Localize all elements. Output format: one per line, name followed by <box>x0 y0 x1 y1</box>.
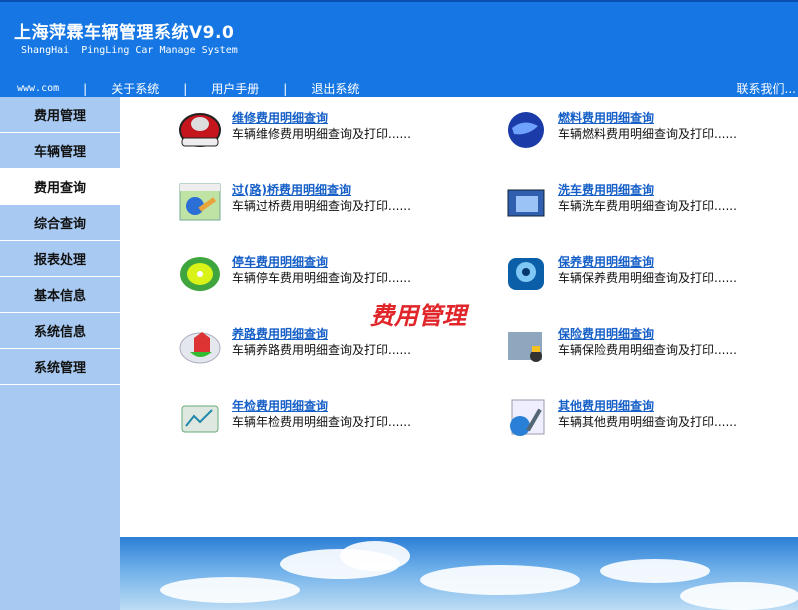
query-item[interactable]: 停车费用明细查询 车辆停车费用明细查询及打印...... <box>178 254 478 294</box>
query-item-desc: 车辆保养费用明细查询及打印...... <box>558 271 737 285</box>
app-title: 上海萍霖车辆管理系统V9.0 <box>14 23 235 43</box>
green-disc-icon <box>180 257 220 291</box>
folder-icon <box>507 189 545 217</box>
house-badge-icon <box>179 332 221 364</box>
nav-separator: | <box>83 81 88 96</box>
query-item-title[interactable]: 养路费用明细查询 <box>232 326 411 342</box>
sidebar-item-system-management[interactable]: 系统管理 <box>0 349 120 385</box>
query-item-desc: 车辆维修费用明细查询及打印...... <box>232 127 411 141</box>
sidebar-item-general-query[interactable]: 综合查询 <box>0 205 120 241</box>
query-item-desc: 车辆养路费用明细查询及打印...... <box>232 343 411 357</box>
query-item[interactable]: 保养费用明细查询 车辆保养费用明细查询及打印...... <box>504 254 798 294</box>
query-item[interactable]: 维修费用明细查询 车辆维修费用明细查询及打印...... <box>178 110 478 150</box>
red-device-icon <box>179 113 221 147</box>
sidebar-item-system-info[interactable]: 系统信息 <box>0 313 120 349</box>
tools-window-icon <box>179 183 221 221</box>
content-area: 费用管理 维修费用明细查询 车辆维修费用明细查询及打印...... 燃料费用明细查询… <box>120 97 798 537</box>
query-item-title[interactable]: 年检费用明细查询 <box>232 398 411 414</box>
nav-manual-link[interactable]: 用户手册 <box>211 80 259 97</box>
speaker-icon <box>508 258 544 290</box>
query-item-title[interactable]: 过(路)桥费用明细查询 <box>232 182 411 198</box>
nav-www-link[interactable]: www.com <box>17 83 59 94</box>
query-item-desc: 车辆其他费用明细查询及打印...... <box>558 415 737 429</box>
query-item-desc: 车辆保险费用明细查询及打印...... <box>558 343 737 357</box>
sky-banner <box>120 537 798 610</box>
sidebar-item-basic-info[interactable]: 基本信息 <box>0 277 120 313</box>
sidebar-item-expense-query[interactable]: 费用查询 <box>0 169 120 205</box>
contact-us-link[interactable]: 联系我们... <box>737 80 796 97</box>
query-item-title[interactable]: 燃料费用明细查询 <box>558 110 737 126</box>
query-item-title[interactable]: 停车费用明细查询 <box>232 254 411 270</box>
nav-separator: | <box>283 81 288 96</box>
sidebar-item-expense-management[interactable]: 费用管理 <box>0 97 120 133</box>
query-item-title[interactable]: 保险费用明细查询 <box>558 326 737 342</box>
notepad-globe-icon <box>510 399 545 436</box>
sidebar: 费用管理 车辆管理 费用查询 综合查询 报表处理 基本信息 系统信息 系统管理 <box>0 97 120 610</box>
query-item-desc: 车辆停车费用明细查询及打印...... <box>232 271 411 285</box>
query-item-title[interactable]: 洗车费用明细查询 <box>558 182 737 198</box>
query-item[interactable]: 养路费用明细查询 车辆养路费用明细查询及打印...... <box>178 326 478 366</box>
query-item-desc: 车辆燃料费用明细查询及打印...... <box>558 127 737 141</box>
query-item-title[interactable]: 其他费用明细查询 <box>558 398 737 414</box>
sidebar-item-reports[interactable]: 报表处理 <box>0 241 120 277</box>
globe-icon <box>508 112 544 148</box>
query-item-desc: 车辆过桥费用明细查询及打印...... <box>232 199 411 213</box>
query-item[interactable]: 燃料费用明细查询 车辆燃料费用明细查询及打印...... <box>504 110 798 150</box>
insurance-icon <box>508 332 542 362</box>
query-item[interactable]: 年检费用明细查询 车辆年检费用明细查询及打印...... <box>178 398 478 438</box>
nav-separator: | <box>183 81 188 96</box>
query-item[interactable]: 洗车费用明细查询 车辆洗车费用明细查询及打印...... <box>504 182 798 222</box>
query-item[interactable]: 过(路)桥费用明细查询 车辆过桥费用明细查询及打印...... <box>178 182 478 222</box>
query-item-desc: 车辆年检费用明细查询及打印...... <box>232 415 411 429</box>
nav-exit-link[interactable]: 退出系统 <box>311 80 359 97</box>
header: 上海萍霖车辆管理系统V9.0 ShangHai PingLing Car Man… <box>0 0 798 97</box>
query-item[interactable]: 其他费用明细查询 车辆其他费用明细查询及打印...... <box>504 398 798 438</box>
query-item[interactable]: 保险费用明细查询 车辆保险费用明细查询及打印...... <box>504 326 798 366</box>
app-subtitle: ShangHai PingLing Car Manage System <box>21 45 238 56</box>
nav-about-link[interactable]: 关于系统 <box>111 80 159 97</box>
sidebar-item-vehicle-management[interactable]: 车辆管理 <box>0 133 120 169</box>
query-item-title[interactable]: 保养费用明细查询 <box>558 254 737 270</box>
query-item-title[interactable]: 维修费用明细查询 <box>232 110 411 126</box>
chart-tray-icon <box>181 405 219 433</box>
top-nav: www.com | 关于系统 | 用户手册 | 退出系统 <box>17 80 359 97</box>
query-item-desc: 车辆洗车费用明细查询及打印...... <box>558 199 737 213</box>
